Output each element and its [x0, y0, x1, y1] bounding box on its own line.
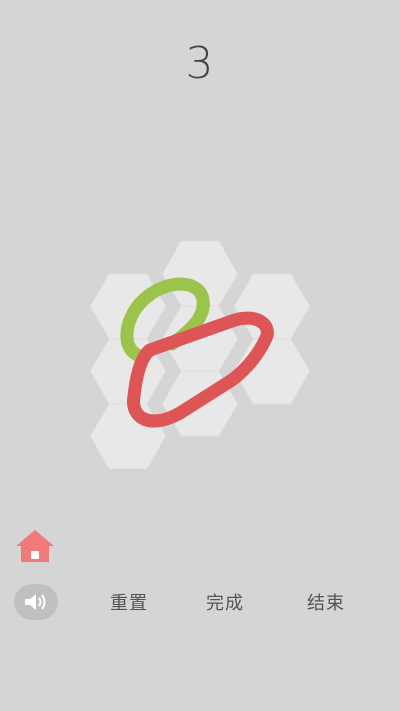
done-button[interactable]: 完成: [206, 589, 244, 615]
sound-toggle-button[interactable]: [14, 584, 58, 620]
speaker-icon: [25, 594, 46, 610]
reset-button[interactable]: 重置: [110, 589, 148, 615]
level-number: 3: [185, 38, 215, 89]
hex-tiles: [89, 240, 311, 470]
hex-tile[interactable]: [89, 403, 167, 470]
home-icon[interactable]: [14, 528, 56, 564]
end-button[interactable]: 结束: [307, 589, 345, 615]
